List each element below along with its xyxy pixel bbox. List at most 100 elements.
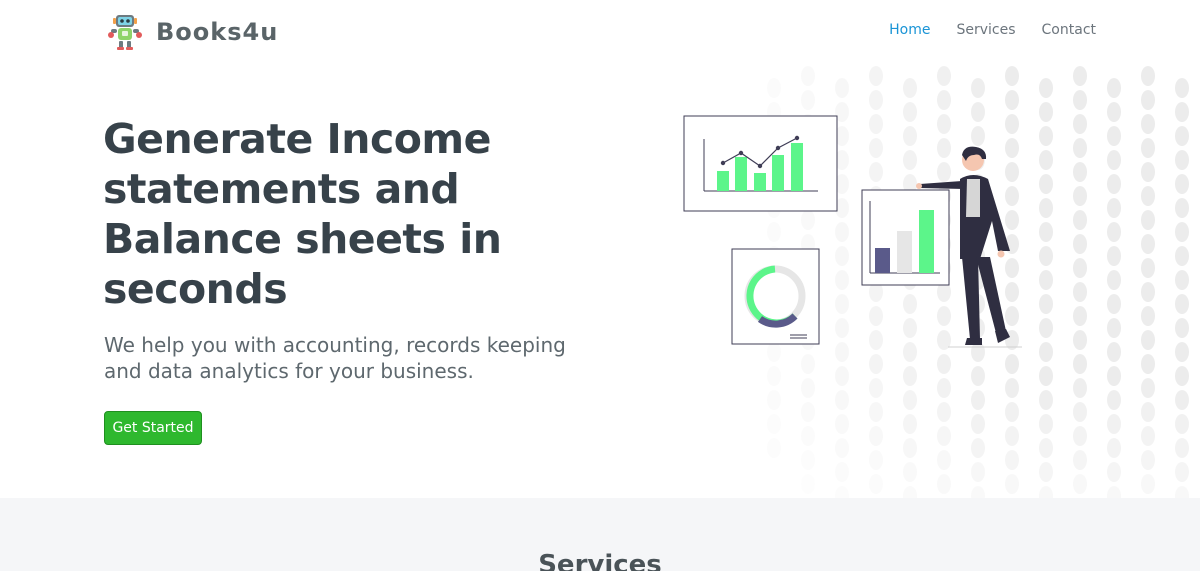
decor-dot — [801, 90, 815, 110]
decor-dot — [1107, 150, 1121, 170]
decor-dot — [1073, 330, 1087, 350]
decor-dot — [1141, 450, 1155, 470]
decor-dot — [767, 390, 781, 410]
nav-contact[interactable]: Contact — [1042, 22, 1096, 38]
decor-dot — [937, 402, 951, 422]
decor-dot — [1107, 126, 1121, 146]
decor-dot — [1073, 474, 1087, 494]
decor-dot — [1073, 402, 1087, 422]
decor-dot — [869, 378, 883, 398]
decor-dot — [1141, 210, 1155, 230]
decor-dot — [1073, 186, 1087, 206]
decor-dot — [1107, 486, 1121, 498]
decor-dot — [1141, 114, 1155, 134]
decor-dot — [1039, 198, 1053, 218]
decor-dot — [1175, 342, 1189, 362]
decor-dot — [1039, 126, 1053, 146]
decor-dot — [1039, 486, 1053, 498]
decor-dot — [1107, 438, 1121, 458]
decor-dot — [869, 402, 883, 422]
decor-dot — [1141, 162, 1155, 182]
decor-dot — [1107, 414, 1121, 434]
decor-dot — [1107, 78, 1121, 98]
decor-dot — [971, 390, 985, 410]
brand[interactable]: Books4u — [104, 12, 278, 52]
decor-dot — [903, 78, 917, 98]
brand-name: Books4u — [156, 18, 279, 46]
decor-dot — [1141, 234, 1155, 254]
hero-title: Generate Income statements and Balance s… — [103, 115, 502, 313]
decor-dot — [1039, 294, 1053, 314]
decor-dot — [1005, 378, 1019, 398]
decor-dot — [1175, 438, 1189, 458]
decor-dot — [1039, 462, 1053, 482]
decor-dot — [1039, 318, 1053, 338]
decor-dot — [869, 426, 883, 446]
decor-dot — [801, 378, 815, 398]
hero-section: Generate Income statements and Balance s… — [0, 64, 1200, 498]
decor-dot — [835, 366, 849, 386]
decor-dot — [1039, 366, 1053, 386]
decor-dot — [903, 414, 917, 434]
bar-chart-card — [861, 189, 950, 286]
get-started-button[interactable]: Get Started — [104, 411, 202, 445]
decor-dot — [767, 438, 781, 458]
decor-dot — [801, 426, 815, 446]
main-nav: Home Services Contact — [863, 22, 1096, 38]
decor-dot — [937, 66, 951, 86]
decor-dot — [1039, 222, 1053, 242]
decor-dot — [1141, 66, 1155, 86]
decor-dot — [1141, 402, 1155, 422]
robot-icon — [108, 15, 142, 50]
decor-dot — [1175, 198, 1189, 218]
nav-services[interactable]: Services — [956, 22, 1015, 38]
decor-dot — [1039, 150, 1053, 170]
decor-dot — [1141, 354, 1155, 374]
decor-dot — [971, 414, 985, 434]
nav-home[interactable]: Home — [889, 22, 930, 38]
decor-dot — [1141, 138, 1155, 158]
decor-dot — [1073, 354, 1087, 374]
decor-dot — [1175, 174, 1189, 194]
decor-dot — [1039, 102, 1053, 122]
decor-dot — [1107, 366, 1121, 386]
decor-dot — [1175, 246, 1189, 266]
decor-dot — [801, 66, 815, 86]
decor-dot — [937, 474, 951, 494]
decor-dot — [1175, 318, 1189, 338]
decor-dot — [1175, 390, 1189, 410]
decor-dot — [971, 438, 985, 458]
decor-dot — [1175, 414, 1189, 434]
decor-dot — [1175, 366, 1189, 386]
decor-dot — [1039, 438, 1053, 458]
services-title: Services — [538, 550, 662, 571]
decor-dot — [835, 390, 849, 410]
decor-dot — [1005, 90, 1019, 110]
decor-dot — [903, 390, 917, 410]
decor-dot — [1107, 246, 1121, 266]
decor-dot — [971, 486, 985, 498]
decor-dot — [1107, 174, 1121, 194]
decor-dot — [1175, 126, 1189, 146]
decor-dot — [1107, 102, 1121, 122]
decor-dot — [937, 378, 951, 398]
decor-dot — [903, 438, 917, 458]
decor-dot — [1107, 222, 1121, 242]
donut-chart-card — [731, 248, 820, 345]
decor-dot — [1175, 462, 1189, 482]
decor-dot — [767, 414, 781, 434]
decor-dot — [1073, 114, 1087, 134]
decor-dot — [1073, 258, 1087, 278]
decor-dot — [1141, 186, 1155, 206]
decor-dot — [971, 462, 985, 482]
decor-dot — [1073, 138, 1087, 158]
decor-dot — [869, 66, 883, 86]
decor-dot — [1073, 306, 1087, 326]
decor-dot — [1073, 162, 1087, 182]
line-chart-card — [683, 115, 838, 212]
decor-dot — [1073, 210, 1087, 230]
decor-dot — [1005, 66, 1019, 86]
decor-dot — [1107, 294, 1121, 314]
decor-dot — [1175, 486, 1189, 498]
decor-dot — [1073, 426, 1087, 446]
